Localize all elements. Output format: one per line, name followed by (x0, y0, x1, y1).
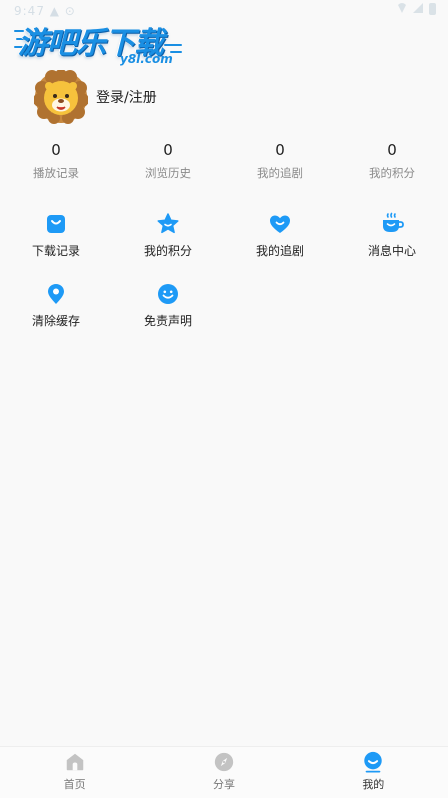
stat-label: 我的追剧 (257, 166, 303, 180)
stat-label: 浏览历史 (145, 166, 191, 180)
watermark-subtitle: y8l.com (120, 52, 173, 66)
tab-label: 我的 (362, 778, 385, 791)
menu-my-points[interactable]: 我的积分 (112, 212, 224, 282)
stat-value: 0 (51, 141, 61, 159)
menu-message-center[interactable]: 消息中心 (336, 212, 448, 282)
bag-icon (47, 215, 65, 233)
menu-label: 免责声明 (143, 314, 192, 328)
smile-icon (158, 284, 178, 304)
tab-mine[interactable]: 我的 (299, 747, 448, 798)
stats-row: 0 播放记录 0 浏览历史 0 我的追剧 0 我的积分 (0, 140, 448, 181)
coffee-icon (383, 212, 404, 232)
tab-share[interactable]: 分享 (149, 747, 298, 798)
menu-my-follows[interactable]: 我的追剧 (224, 212, 336, 282)
lion-avatar-icon[interactable] (33, 69, 89, 124)
menu-disclaimer[interactable]: 免责声明 (112, 282, 224, 352)
login-register-link[interactable]: 登录/注册 (96, 87, 157, 107)
menu-label: 清除缓存 (31, 314, 80, 328)
tab-home[interactable]: 首页 (0, 747, 149, 798)
menu-label: 消息中心 (367, 244, 416, 258)
smile-face-icon (364, 751, 383, 773)
battery-icon (429, 3, 436, 15)
stat-label: 播放记录 (33, 166, 79, 180)
stat-value: 0 (275, 141, 285, 159)
stat-play-history[interactable]: 0 播放记录 (0, 140, 112, 181)
menu-label: 我的追剧 (255, 244, 304, 258)
stat-value: 0 (163, 141, 173, 159)
menu-clear-cache[interactable]: 清除缓存 (0, 282, 112, 352)
login-profile-row[interactable]: 登录/注册 (33, 69, 157, 124)
stat-value: 0 (387, 141, 397, 159)
compass-icon (214, 752, 234, 772)
stat-my-follows[interactable]: 0 我的追剧 (224, 140, 336, 181)
status-time: 9:47 ▲ ⊙ (14, 4, 76, 18)
home-icon (66, 753, 83, 771)
signal-icon (413, 3, 423, 13)
location-pin-icon (48, 284, 64, 304)
tab-label: 首页 (63, 778, 86, 791)
stat-my-points[interactable]: 0 我的积分 (336, 140, 448, 181)
heart-icon (270, 215, 290, 233)
menu-label: 我的积分 (143, 244, 192, 258)
stat-label: 我的积分 (369, 166, 415, 180)
wifi-icon (397, 3, 407, 13)
system-icons (397, 3, 436, 15)
menu-download-records[interactable]: 下载记录 (0, 212, 112, 282)
stat-browse-history[interactable]: 0 浏览历史 (112, 140, 224, 181)
star-icon (157, 213, 179, 234)
tab-label: 分享 (212, 778, 235, 791)
bottom-tab-bar: 首页 分享 我的 (0, 746, 448, 798)
site-watermark-logo: 游吧乐下载 y8l.com (14, 18, 186, 68)
feature-grid: 下载记录 我的积分 我的追剧 消息中心 清除缓存 免责声明 (0, 212, 448, 352)
menu-label: 下载记录 (31, 244, 80, 258)
